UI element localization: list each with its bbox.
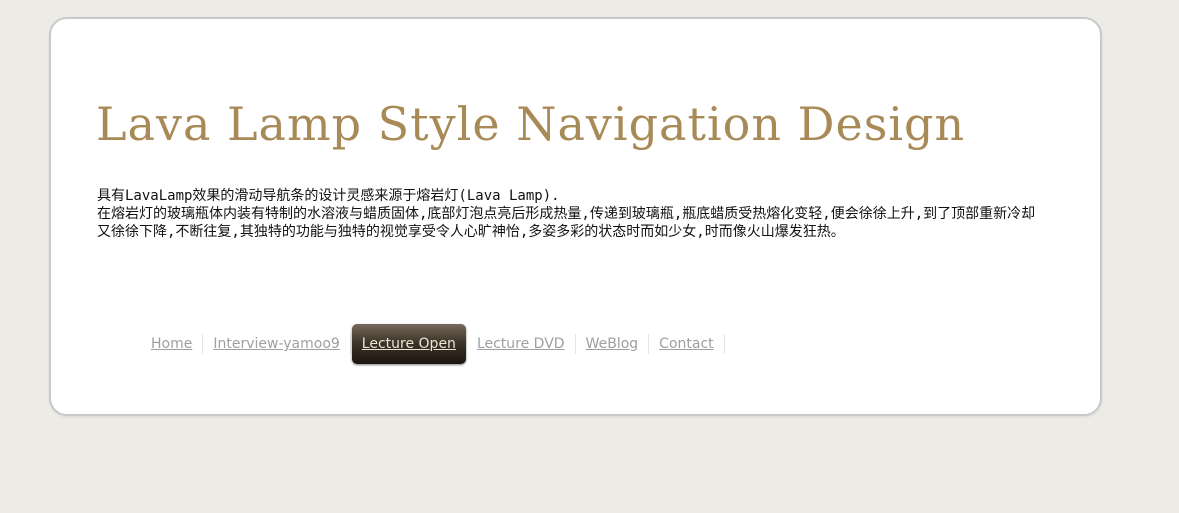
nav-link-contact[interactable]: Contact [659, 336, 713, 352]
description: 具有LavaLamp效果的滑动导航条的设计灵感来源于熔岩灯(Lava Lamp)… [97, 187, 1037, 241]
nav-item-weblog: WeBlog [576, 334, 650, 354]
nav-link-home[interactable]: Home [151, 336, 192, 352]
description-line-2: 在熔岩灯的玻璃瓶体内装有特制的水溶液与蜡质固体,底部灯泡点亮后形成热量,传递到玻… [97, 206, 1036, 240]
nav-item-lecture-dvd: Lecture DVD [467, 334, 576, 354]
nav-item-contact: Contact [649, 334, 725, 354]
content-card: Lava Lamp Style Navigation Design 具有Lava… [49, 17, 1102, 416]
nav-item-lecture-open: Lecture Open [351, 324, 467, 364]
nav-link-lecture-dvd[interactable]: Lecture DVD [477, 336, 565, 352]
nav-link-lecture-open[interactable]: Lecture Open [362, 336, 456, 352]
lava-lamp-nav: Home Interview-yamoo9 Lecture Open Lectu… [141, 324, 725, 364]
nav-link-interview[interactable]: Interview-yamoo9 [213, 336, 339, 352]
description-line-1: 具有LavaLamp效果的滑动导航条的设计灵感来源于熔岩灯(Lava Lamp)… [97, 188, 560, 204]
nav-item-interview: Interview-yamoo9 [203, 334, 351, 354]
page-title: Lava Lamp Style Navigation Design [96, 97, 966, 151]
nav-link-weblog[interactable]: WeBlog [586, 336, 639, 352]
nav-item-home: Home [141, 334, 204, 354]
